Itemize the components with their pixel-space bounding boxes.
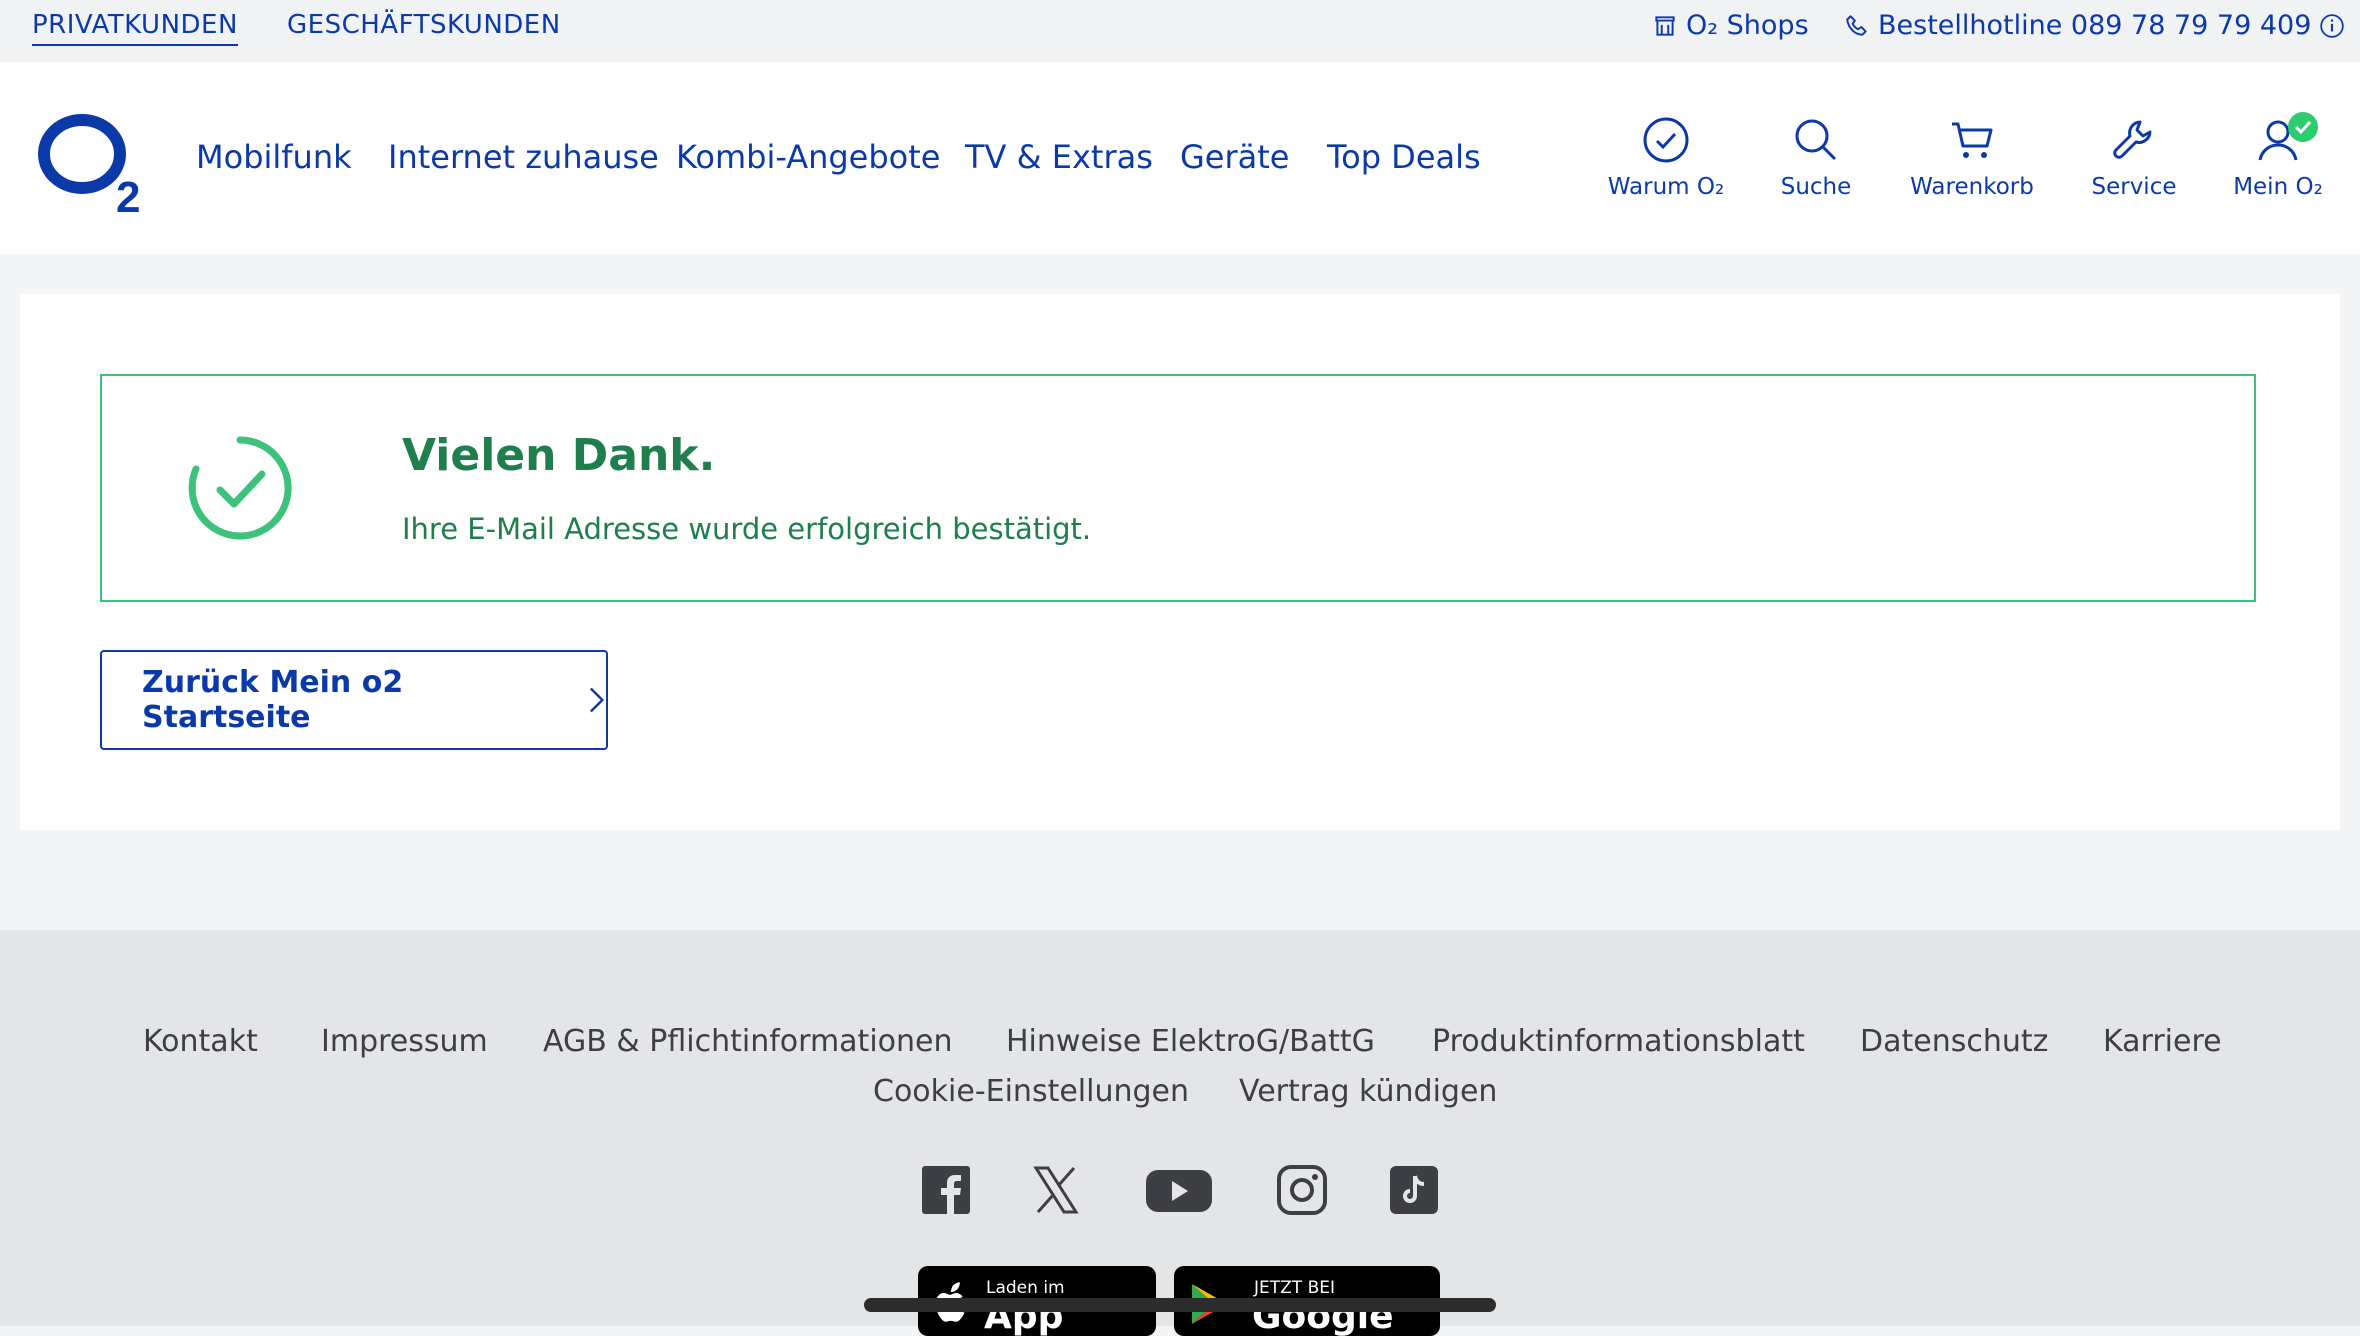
o2-logo[interactable]: 2: [36, 108, 146, 218]
info-icon[interactable]: [2319, 13, 2345, 39]
segment-geschaeftskunden[interactable]: GESCHÄFTSKUNDEN: [287, 10, 561, 40]
footer-link-impressum[interactable]: Impressum: [321, 1024, 488, 1059]
back-to-start-button[interactable]: Zurück Mein o2 Startseite: [100, 650, 608, 750]
instagram-icon[interactable]: [1276, 1164, 1328, 1216]
main-header: 2 Mobilfunk Internet zuhause Kombi-Angeb…: [0, 62, 2360, 254]
success-message: Vielen Dank. Ihre E-Mail Adresse wurde e…: [100, 374, 2256, 602]
svg-text:2: 2: [116, 173, 140, 218]
app-store-small: Laden im: [986, 1278, 1065, 1298]
tiktok-icon[interactable]: [1388, 1164, 1440, 1216]
segment-privatkunden[interactable]: PRIVATKUNDEN: [32, 10, 238, 46]
shops-label: O₂ Shops: [1686, 10, 1809, 41]
nav-geraete[interactable]: Geräte: [1180, 138, 1289, 176]
account-label: Mein O₂: [2233, 174, 2323, 200]
nav-top-deals[interactable]: Top Deals: [1327, 138, 1481, 176]
hotline-label: Bestellhotline 089 78 79 79 409: [1878, 10, 2312, 41]
search-label: Suche: [1780, 174, 1852, 200]
why-o2-button[interactable]: Warum O₂: [1596, 114, 1736, 200]
footer-link-agb[interactable]: AGB & Pflichtinformationen: [543, 1024, 953, 1059]
google-play-small: JETZT BEI: [1254, 1278, 1335, 1298]
content-card: Vielen Dank. Ihre E-Mail Adresse wurde e…: [20, 294, 2340, 830]
youtube-icon[interactable]: [1144, 1164, 1214, 1216]
service-button[interactable]: Service: [2064, 114, 2204, 200]
account-button[interactable]: Mein O₂: [2208, 112, 2348, 200]
search-icon: [1795, 119, 1837, 161]
chevron-right-icon: [589, 687, 604, 713]
nav-tv-extras[interactable]: TV & Extras: [965, 138, 1153, 176]
service-label: Service: [2091, 174, 2177, 200]
footer-link-vertrag-kuendigen[interactable]: Vertrag kündigen: [1239, 1074, 1497, 1109]
hotline-link[interactable]: Bestellhotline 089 78 79 79 409: [1844, 10, 2345, 41]
cart-icon: [1952, 122, 1993, 158]
footer-link-produktinformationsblatt[interactable]: Produktinformationsblatt: [1432, 1024, 1805, 1059]
logged-in-badge: [2288, 112, 2318, 142]
wrench-icon: [2113, 120, 2152, 159]
footer-link-elektrog[interactable]: Hinweise ElektroG/BattG: [1006, 1024, 1375, 1059]
success-check-icon: [188, 436, 292, 540]
phone-icon: [1846, 14, 1867, 36]
shop-icon: [1655, 15, 1675, 36]
footer: Kontakt Impressum AGB & Pflichtinformati…: [0, 930, 2360, 1336]
footer-link-datenschutz[interactable]: Datenschutz: [1860, 1024, 2048, 1059]
nav-kombi-angebote[interactable]: Kombi-Angebote: [676, 138, 940, 176]
x-icon[interactable]: [1030, 1164, 1082, 1216]
search-button[interactable]: Suche: [1746, 114, 1886, 200]
horizontal-scrollbar[interactable]: [864, 1298, 1496, 1312]
footer-link-karriere[interactable]: Karriere: [2103, 1024, 2222, 1059]
success-text: Ihre E-Mail Adresse wurde erfolgreich be…: [402, 512, 1092, 546]
facebook-icon[interactable]: [920, 1164, 972, 1216]
top-utility-bar: PRIVATKUNDEN GESCHÄFTSKUNDEN O₂ Shops Be…: [0, 0, 2360, 62]
footer-link-cookie-settings[interactable]: Cookie-Einstellungen: [873, 1074, 1189, 1109]
nav-internet-zuhause[interactable]: Internet zuhause: [388, 138, 659, 176]
check-circle-icon: [1643, 117, 1689, 163]
footer-link-kontakt[interactable]: Kontakt: [143, 1024, 258, 1059]
why-o2-label: Warum O₂: [1607, 174, 1725, 200]
success-title: Vielen Dank.: [402, 430, 716, 481]
cart-label: Warenkorb: [1910, 174, 2034, 200]
badge-check-icon: [2294, 120, 2312, 135]
cart-button[interactable]: Warenkorb: [1902, 114, 2042, 200]
nav-mobilfunk[interactable]: Mobilfunk: [196, 138, 352, 176]
shops-link[interactable]: O₂ Shops: [1652, 10, 1809, 41]
back-button-label: Zurück Mein o2 Startseite: [142, 665, 404, 735]
